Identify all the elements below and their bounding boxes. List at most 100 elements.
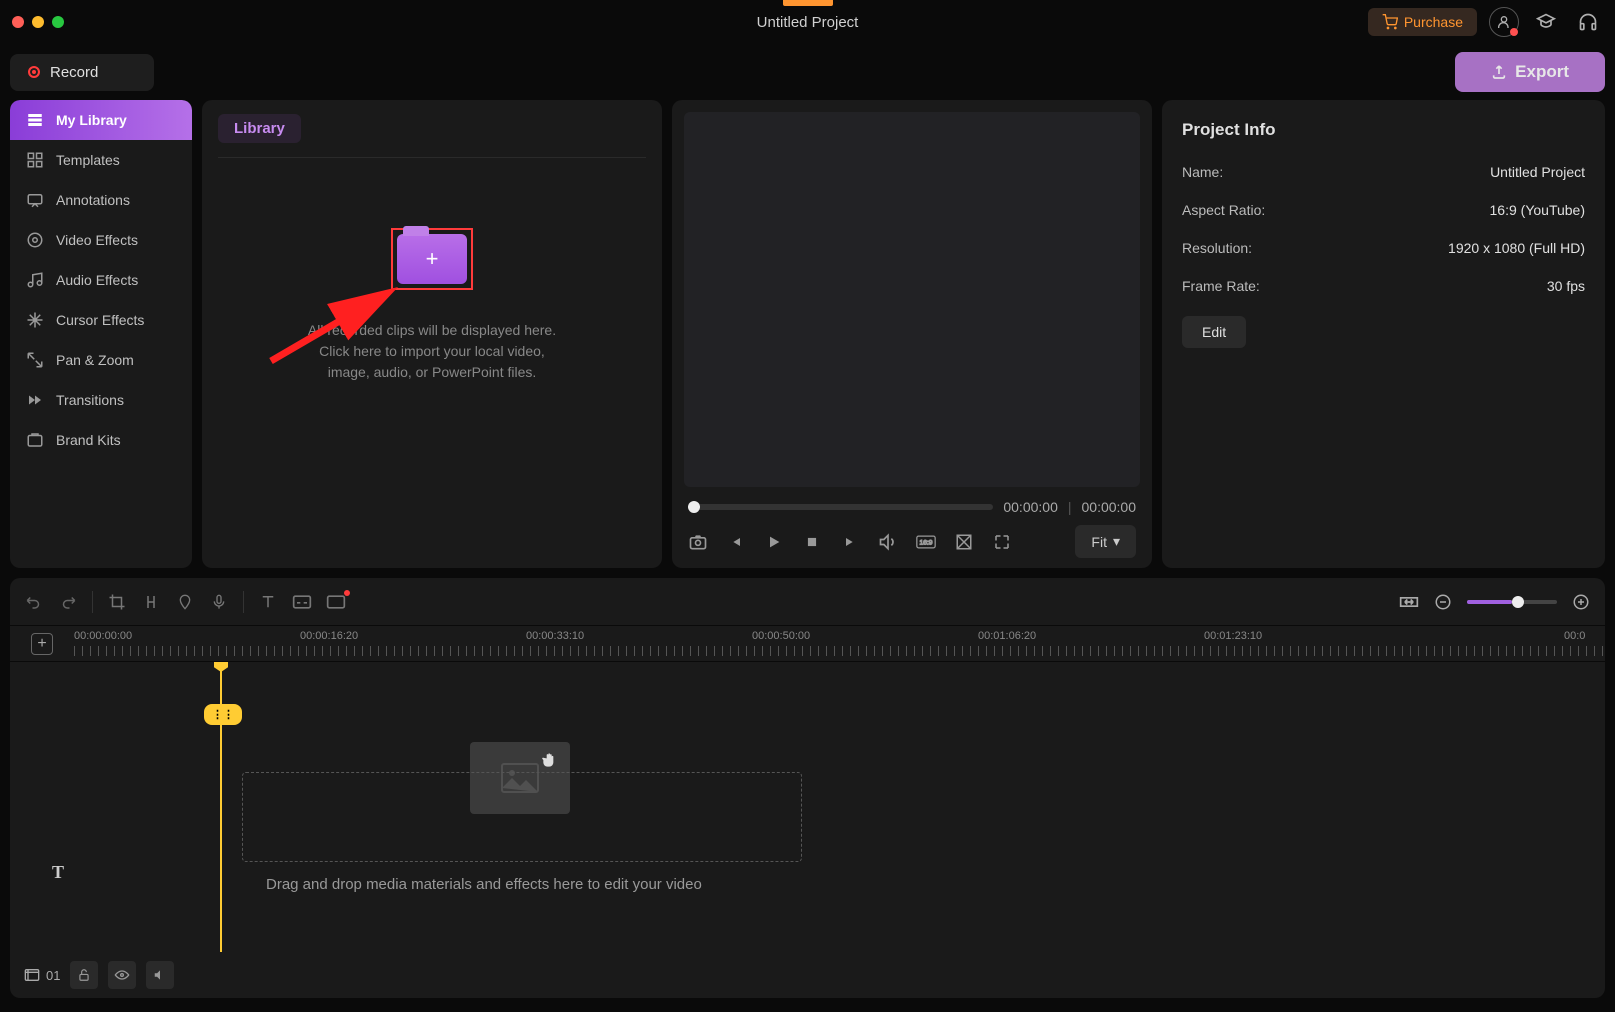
video-effects-icon (26, 231, 44, 249)
sidebar-item-label: Video Effects (56, 232, 138, 248)
voiceover-button[interactable] (209, 592, 229, 612)
cart-icon (1382, 14, 1398, 30)
tracks-area[interactable]: ⋮⋮ Drag and drop media materials and eff… (10, 662, 1605, 952)
grid-toggle-button[interactable] (954, 532, 974, 552)
sidebar-item-label: Pan & Zoom (56, 352, 134, 368)
mute-track-button[interactable] (146, 961, 174, 989)
transitions-icon (26, 391, 44, 409)
track-drop-zone[interactable] (242, 772, 802, 862)
zoom-fit-dropdown[interactable]: Fit ▾ (1075, 525, 1136, 558)
lock-track-button[interactable] (70, 961, 98, 989)
annotations-icon (26, 191, 44, 209)
text-track-icon: T (52, 862, 64, 883)
sidebar-item-templates[interactable]: Templates (10, 140, 192, 180)
drop-hint-text: Drag and drop media materials and effect… (266, 876, 702, 893)
ruler-mark: 00:01:23:10 (1204, 630, 1262, 642)
main-area: My Library Templates Annotations Video E… (0, 100, 1615, 568)
zoom-in-button[interactable] (1571, 592, 1591, 612)
sidebar-item-cursor-effects[interactable]: Cursor Effects (10, 300, 192, 340)
tab-library[interactable]: Library (218, 114, 301, 143)
library-icon (26, 111, 44, 129)
sidebar-item-brand-kits[interactable]: Brand Kits (10, 420, 192, 460)
zoom-out-button[interactable] (1433, 592, 1453, 612)
chevron-down-icon: ▾ (1113, 533, 1120, 550)
text-button[interactable] (258, 592, 278, 612)
maximize-window-icon[interactable] (52, 16, 64, 28)
preview-canvas[interactable] (684, 112, 1140, 487)
project-info-panel: Project Info Name: Untitled Project Aspe… (1162, 100, 1605, 568)
sidebar-item-label: Cursor Effects (56, 312, 144, 328)
sidebar-item-pan-zoom[interactable]: Pan & Zoom (10, 340, 192, 380)
seek-slider[interactable] (688, 504, 993, 510)
prev-frame-button[interactable] (726, 532, 746, 552)
pan-zoom-icon (26, 351, 44, 369)
track-footer: 01 (10, 952, 1605, 998)
snapshot-button[interactable] (688, 532, 708, 552)
timeline-ruler[interactable]: + 00:00:00:00 00:00:16:20 00:00:33:10 00… (10, 626, 1605, 662)
time-separator: | (1068, 499, 1072, 515)
sidebar-item-audio-effects[interactable]: Audio Effects (10, 260, 192, 300)
topbar: Record Export (0, 44, 1615, 100)
crop-button[interactable] (107, 592, 127, 612)
export-button[interactable]: Export (1455, 52, 1605, 92)
volume-button[interactable] (878, 532, 898, 552)
notification-dot-icon (1510, 28, 1518, 36)
tutorial-button[interactable] (1531, 7, 1561, 37)
ruler-mark: 00:00:00:00 (74, 630, 132, 642)
cursor-effects-icon (26, 311, 44, 329)
visibility-track-button[interactable] (108, 961, 136, 989)
record-label: Record (50, 64, 98, 81)
info-framerate-value: 30 fps (1547, 278, 1585, 294)
split-marker-icon[interactable]: ⋮⋮ (204, 704, 242, 725)
ruler-mark: 00:0 (1564, 630, 1585, 642)
ruler-mark: 00:01:06:20 (978, 630, 1036, 642)
sidebar-item-annotations[interactable]: Annotations (10, 180, 192, 220)
redo-button[interactable] (58, 592, 78, 612)
marker-button[interactable] (175, 592, 195, 612)
folder-plus-icon: + (397, 234, 467, 284)
project-title: Untitled Project (757, 14, 859, 31)
info-resolution-value: 1920 x 1080 (Full HD) (1448, 240, 1585, 256)
record-button[interactable]: Record (10, 54, 154, 91)
stop-button[interactable] (802, 532, 822, 552)
fullscreen-button[interactable] (992, 532, 1012, 552)
account-button[interactable] (1489, 7, 1519, 37)
export-icon (1491, 64, 1507, 80)
time-current: 00:00:00 (1003, 499, 1058, 515)
sidebar-item-video-effects[interactable]: Video Effects (10, 220, 192, 260)
undo-button[interactable] (24, 592, 44, 612)
grab-cursor-icon (540, 750, 560, 770)
add-track-button[interactable]: + (31, 633, 53, 655)
resolution-badge[interactable]: 16:9 (916, 532, 936, 552)
sidebar-item-transitions[interactable]: Transitions (10, 380, 192, 420)
templates-icon (26, 151, 44, 169)
fit-timeline-button[interactable] (1399, 592, 1419, 612)
sidebar-item-my-library[interactable]: My Library (10, 100, 192, 140)
info-title: Project Info (1182, 120, 1585, 140)
next-frame-button[interactable] (840, 532, 860, 552)
sidebar-item-label: My Library (56, 112, 127, 128)
info-aspect-label: Aspect Ratio: (1182, 202, 1265, 218)
preview-panel: 00:00:00 | 00:00:00 16:9 Fit ▾ (672, 100, 1152, 568)
ai-button[interactable] (326, 592, 346, 612)
track-number-value: 01 (46, 968, 60, 983)
info-aspect-value: 16:9 (YouTube) (1490, 202, 1585, 218)
minimize-window-icon[interactable] (32, 16, 44, 28)
headphones-button[interactable] (1573, 7, 1603, 37)
timeline: + 00:00:00:00 00:00:16:20 00:00:33:10 00… (10, 578, 1605, 998)
ruler-mark: 00:00:16:20 (300, 630, 358, 642)
import-media-button[interactable]: + (391, 228, 473, 290)
sidebar-item-label: Annotations (56, 192, 130, 208)
caption-button[interactable] (292, 592, 312, 612)
play-button[interactable] (764, 532, 784, 552)
split-button[interactable] (141, 592, 161, 612)
info-name-value: Untitled Project (1490, 164, 1585, 180)
edit-project-button[interactable]: Edit (1182, 316, 1246, 348)
close-window-icon[interactable] (12, 16, 24, 28)
zoom-slider[interactable] (1467, 600, 1557, 604)
titlebar: Untitled Project Purchase (0, 0, 1615, 44)
window-controls (12, 16, 64, 28)
info-name-label: Name: (1182, 164, 1223, 180)
purchase-button[interactable]: Purchase (1368, 8, 1477, 36)
purchase-label: Purchase (1404, 14, 1463, 30)
